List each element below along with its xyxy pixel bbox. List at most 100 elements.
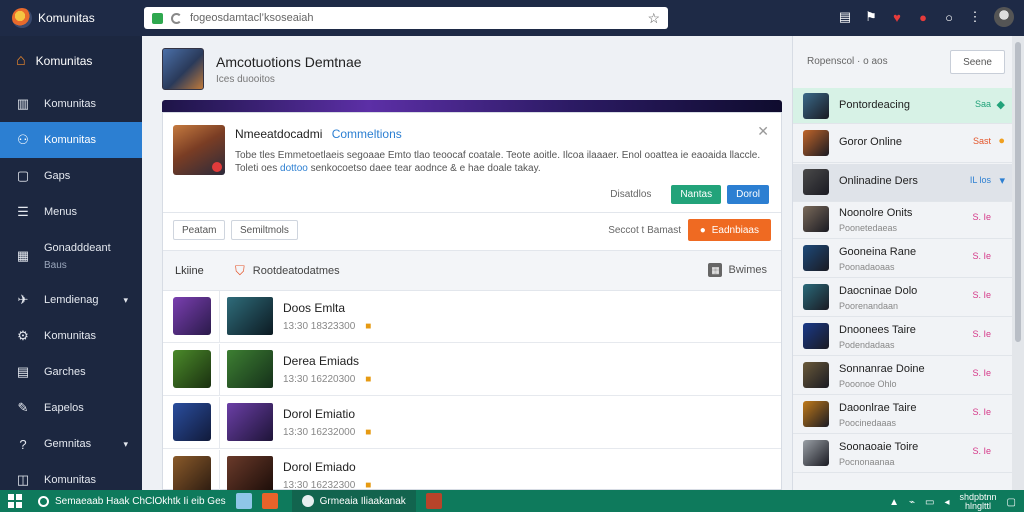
notification-icon[interactable]: ♥ bbox=[890, 10, 904, 25]
game-list-item[interactable]: Sonnanrae Doine Pooonoe Ohlo S. Ie bbox=[793, 357, 1013, 395]
windows-start-icon[interactable] bbox=[8, 494, 22, 508]
network-icon[interactable]: ⌁ bbox=[909, 497, 915, 508]
right-panel-link[interactable]: Ropenscol · o aos bbox=[807, 56, 888, 67]
game-name: Sonnanrae Doine bbox=[839, 363, 925, 375]
open-button[interactable]: Dorol bbox=[727, 185, 769, 204]
chevron-down-icon[interactable]: ▾ bbox=[123, 439, 128, 450]
more-icon[interactable]: ⋮ bbox=[968, 9, 982, 24]
sidebar-item-grid[interactable]: ▦ Gonadddeant Baus bbox=[0, 230, 142, 282]
game-tag: S. Ie bbox=[972, 290, 991, 300]
row-divider bbox=[219, 397, 220, 449]
game-icon bbox=[803, 284, 829, 310]
game-name: Goror Online bbox=[839, 136, 902, 148]
game-tag: IL los bbox=[969, 175, 991, 185]
battery-icon[interactable]: ▭ bbox=[925, 497, 934, 508]
address-bar[interactable]: fogeosdamtacl’ksoseaiah ☆ bbox=[144, 7, 668, 29]
game-subtitle: Podendadaas bbox=[839, 340, 895, 350]
game-icon bbox=[803, 323, 829, 349]
game-list-item[interactable]: Daoonlrae Taire Poocinedaaas S. Ie bbox=[793, 396, 1013, 434]
list-header-left[interactable]: Lkiine bbox=[175, 265, 204, 277]
notice-title-accent[interactable]: Commeltions bbox=[332, 127, 402, 141]
game-list-item[interactable]: Soonaoaie Toire Pocnonaanaa S. Ie bbox=[793, 435, 1013, 473]
filter-button[interactable]: Peatam bbox=[173, 220, 226, 240]
game-tag: S. Ie bbox=[972, 446, 991, 456]
sort-select[interactable]: Seccot t Bamast bbox=[608, 225, 681, 236]
list-item-time: 13:30 16220300 bbox=[283, 374, 356, 385]
list-item[interactable]: Dorol Emiatio 13:30 16232000 ■ bbox=[163, 397, 781, 449]
page-subtitle: Ices duooitos bbox=[216, 73, 275, 85]
game-subtitle: Poonetedaeas bbox=[839, 223, 898, 233]
row-divider bbox=[219, 344, 220, 396]
notifications-icon[interactable]: ▢ bbox=[1007, 497, 1016, 508]
scroll-thumb[interactable] bbox=[1015, 42, 1021, 342]
settings-icon[interactable]: ○ bbox=[942, 10, 956, 25]
volume-icon[interactable]: ◂ bbox=[944, 497, 949, 508]
app-icon[interactable] bbox=[261, 493, 278, 509]
list-header-right[interactable]: ▦ Bwimes bbox=[708, 263, 767, 277]
browser-icon bbox=[301, 495, 314, 507]
sidebar-item-menus[interactable]: ☰ Menus bbox=[0, 194, 142, 230]
sidebar-header[interactable]: ⌂ Komunitas bbox=[0, 36, 142, 86]
sidebar-item-stats[interactable]: ▥ Komunitas bbox=[0, 86, 142, 122]
notice-body-link[interactable]: dottoo bbox=[280, 163, 308, 174]
menu-icon[interactable]: ▤ bbox=[838, 9, 852, 24]
game-tag: S. Ie bbox=[972, 251, 991, 261]
game-list-item[interactable]: Pontordeacing Saa ◆ bbox=[793, 88, 1013, 124]
sidebar-item-gaps[interactable]: ▢ Gaps bbox=[0, 158, 142, 194]
game-name: Pontordeacing bbox=[839, 99, 910, 111]
sidebar-item-sublabel: Baus bbox=[44, 259, 67, 271]
game-list-item[interactable]: Goror Online Sast ● bbox=[793, 125, 1013, 163]
apps-icon: ◫ bbox=[16, 472, 30, 487]
user-avatar[interactable] bbox=[994, 7, 1014, 27]
dismiss-link[interactable]: Disatdlos bbox=[610, 189, 651, 200]
extension-icon[interactable]: ● bbox=[916, 10, 930, 25]
list-item[interactable]: Dorol Emiado 13:30 16232300 ■ bbox=[163, 450, 781, 502]
confirm-button[interactable]: Nantas bbox=[671, 185, 722, 204]
sidebar-item-twitter[interactable]: ✈ Lemdienag ▾ bbox=[0, 282, 142, 318]
taskbar-search[interactable]: Semaeaab Haak ChClOkhtk Ii eib Ges bbox=[38, 495, 226, 507]
taskbar-active-app[interactable]: Grmeaia Iliaakanak bbox=[291, 490, 416, 512]
game-list-item[interactable]: Onlinadine Ders IL los ▾ bbox=[793, 164, 1013, 202]
hero-banner bbox=[162, 100, 782, 112]
sidebar-item-help[interactable]: ? Gemnitas ▾ bbox=[0, 426, 142, 462]
bookmark-star-icon[interactable]: ☆ bbox=[647, 10, 660, 27]
list-item-time: 13:30 18323300 bbox=[283, 321, 356, 332]
sidebar-item-communities[interactable]: ⚇ Komunitas bbox=[0, 122, 142, 158]
status-badge-icon[interactable]: ● bbox=[998, 135, 1005, 147]
sidebar: ⌂ Komunitas ▥ Komunitas ⚇ Komunitas ▢ Ga… bbox=[0, 36, 142, 490]
sidebar-item-settings[interactable]: ⚙ Komunitas bbox=[0, 318, 142, 354]
brand[interactable]: Komunitas bbox=[12, 8, 95, 28]
filter-button[interactable]: Semiltmols bbox=[231, 220, 298, 240]
url-text[interactable]: fogeosdamtacl’ksoseaiah bbox=[190, 12, 639, 24]
status-badge-icon[interactable]: ▾ bbox=[999, 174, 1005, 187]
list-item[interactable]: Doos Emlta 13:30 18323300 ■ bbox=[163, 291, 781, 343]
system-tray: ▲ ⌁ ▭ ◂ shdpbtnn hlnglttl ▢ bbox=[889, 493, 1016, 511]
game-tag: S. Ie bbox=[972, 407, 991, 417]
game-list-item[interactable]: Noonolre Onits Poonetedaeas S. Ie bbox=[793, 201, 1013, 239]
primary-action-button[interactable]: ● Eadnbiaas bbox=[687, 219, 771, 241]
game-list-item[interactable]: Gooneina Rane Poonadaoaas S. Ie bbox=[793, 240, 1013, 278]
status-badge-icon[interactable]: ◆ bbox=[997, 98, 1005, 111]
game-list-item[interactable]: Daocninae Dolo Poorenandaan S. Ie bbox=[793, 279, 1013, 317]
close-icon[interactable]: ✕ bbox=[757, 123, 769, 140]
notice-actions: Disatdlos Nantas Dorol bbox=[610, 185, 769, 204]
game-app-icon[interactable] bbox=[425, 493, 442, 509]
taskbar-active-app-label: Grmeaia Iliaakanak bbox=[319, 495, 406, 507]
clock[interactable]: shdpbtnn hlnglttl bbox=[960, 493, 997, 511]
scrollbar[interactable] bbox=[1012, 36, 1024, 490]
game-tag: S. Ie bbox=[972, 212, 991, 222]
sidebar-item-tools[interactable]: ✎ Eapelos bbox=[0, 390, 142, 426]
reload-icon[interactable] bbox=[171, 12, 182, 24]
search-button[interactable]: Seene bbox=[950, 50, 1005, 74]
notice-panel: Nmeeatdocadmi Commeltions ✕ Tobe tles Em… bbox=[163, 113, 781, 213]
explorer-icon[interactable] bbox=[235, 493, 252, 509]
chevron-up-icon[interactable]: ▲ bbox=[889, 497, 899, 508]
sidebar-item-documents[interactable]: ▤ Garches bbox=[0, 354, 142, 390]
list-item[interactable]: Derea Emiads 13:30 16220300 ■ bbox=[163, 344, 781, 396]
chevron-down-icon[interactable]: ▾ bbox=[123, 295, 128, 306]
game-icon bbox=[803, 401, 829, 427]
bookmark-icon[interactable]: ⚑ bbox=[864, 9, 878, 24]
list-header-mid[interactable]: ⛉ Rootdeatodatmes bbox=[235, 263, 340, 279]
game-list-item[interactable]: Dnoonees Taire Podendadaas S. Ie bbox=[793, 318, 1013, 356]
secure-icon bbox=[152, 12, 163, 24]
